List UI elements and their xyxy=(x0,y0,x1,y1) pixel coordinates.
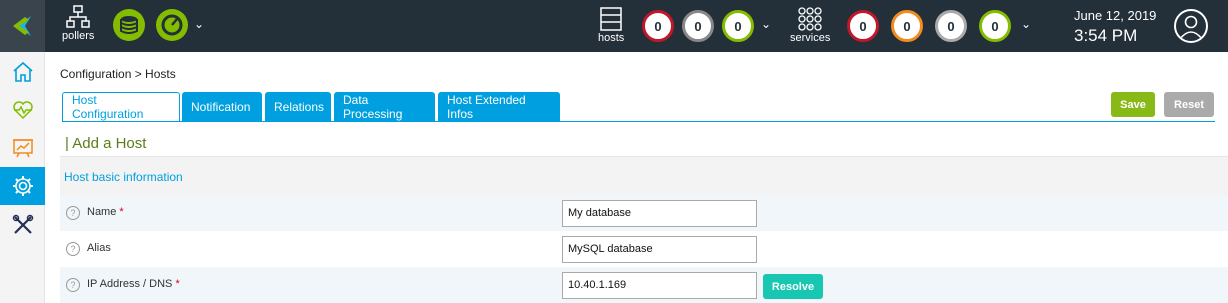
section-header: Host basic information xyxy=(60,156,1228,195)
host-unreachable-counter[interactable]: 0 xyxy=(682,10,714,42)
form-row-alias: ? Alias MySQL database xyxy=(60,231,1228,267)
address-label: IP Address / DNS * xyxy=(87,278,180,290)
tab-underline xyxy=(62,121,1215,122)
help-icon[interactable]: ? xyxy=(66,206,80,220)
chevron-down-icon[interactable]: ⌄ xyxy=(761,17,771,31)
logo[interactable] xyxy=(0,0,45,52)
chevron-down-icon[interactable]: ⌄ xyxy=(1021,17,1031,31)
pollers-button[interactable]: pollers xyxy=(62,4,94,42)
top-bar: pollers ⌄ hosts 0 0 0 ⌄ services 0 0 0 0… xyxy=(0,0,1228,52)
time-text: 3:54 PM xyxy=(1074,26,1138,45)
name-field[interactable]: My database xyxy=(562,200,757,227)
chart-board-icon xyxy=(12,139,33,158)
tab-host-configuration[interactable]: Host Configuration xyxy=(62,92,180,122)
tab-data-processing[interactable]: Data Processing xyxy=(334,92,435,122)
database-status-icon[interactable] xyxy=(113,9,145,41)
heartbeat-icon xyxy=(12,101,33,120)
sidebar-item-configuration[interactable] xyxy=(0,167,45,205)
services-button[interactable]: services xyxy=(790,6,830,44)
counter-value: 0 xyxy=(694,18,702,34)
centreon-logo-icon xyxy=(13,16,31,36)
help-icon[interactable]: ? xyxy=(66,242,80,256)
datetime: June 12, 2019 3:54 PM xyxy=(1074,8,1156,46)
counter-value: 0 xyxy=(947,18,955,34)
counter-value: 0 xyxy=(654,18,662,34)
date-text: June 12, 2019 xyxy=(1074,8,1157,23)
save-button[interactable]: Save xyxy=(1111,92,1155,117)
tab-host-extended-infos[interactable]: Host Extended Infos xyxy=(438,92,560,122)
sidebar-item-administration[interactable] xyxy=(0,206,45,244)
form-row-address: ? IP Address / DNS * 10.40.1.169 Resolve xyxy=(60,267,1228,303)
page-title: | Add a Host xyxy=(65,135,147,152)
name-label: Name * xyxy=(87,206,124,218)
host-down-counter[interactable]: 0 xyxy=(642,10,674,42)
user-avatar[interactable] xyxy=(1174,9,1208,43)
database-icon xyxy=(120,16,138,34)
reset-button[interactable]: Reset xyxy=(1164,92,1214,117)
hosts-label: hosts xyxy=(598,32,625,44)
pollers-label: pollers xyxy=(62,30,95,42)
services-icon xyxy=(798,7,822,31)
pollers-icon xyxy=(66,5,90,28)
service-warning-counter[interactable]: 0 xyxy=(891,10,923,42)
service-ok-counter[interactable]: 0 xyxy=(979,10,1011,42)
service-unknown-counter[interactable]: 0 xyxy=(935,10,967,42)
home-icon xyxy=(12,61,33,82)
tab-relations[interactable]: Relations xyxy=(265,92,331,122)
gauge-icon xyxy=(161,14,183,36)
section-header-label: Host basic information xyxy=(64,170,183,184)
counter-value: 0 xyxy=(734,18,742,34)
counter-value: 0 xyxy=(903,18,911,34)
address-field[interactable]: 10.40.1.169 xyxy=(562,272,757,299)
field-label-text: Alias xyxy=(87,242,111,254)
sidebar xyxy=(0,52,45,303)
tab-notification[interactable]: Notification xyxy=(182,92,262,122)
field-label-text: IP Address / DNS xyxy=(87,278,173,290)
service-critical-counter[interactable]: 0 xyxy=(847,10,879,42)
user-icon xyxy=(1179,15,1203,40)
sidebar-item-home[interactable] xyxy=(0,53,45,91)
main-content: Configuration > Hosts Host Configuration… xyxy=(45,52,1228,303)
help-icon[interactable]: ? xyxy=(66,278,80,292)
form-row-name: ? Name * My database xyxy=(60,195,1228,231)
counter-value: 0 xyxy=(991,18,999,34)
required-marker: * xyxy=(119,206,124,218)
gear-icon xyxy=(12,176,33,196)
sidebar-item-monitoring[interactable] xyxy=(0,91,45,129)
latency-status-icon[interactable] xyxy=(156,9,188,41)
sidebar-item-reporting[interactable] xyxy=(0,129,45,167)
chevron-down-icon[interactable]: ⌄ xyxy=(194,17,204,31)
counter-value: 0 xyxy=(859,18,867,34)
tools-icon xyxy=(12,214,33,234)
hosts-button[interactable]: hosts xyxy=(598,6,624,44)
alias-field[interactable]: MySQL database xyxy=(562,236,757,263)
breadcrumb[interactable]: Configuration > Hosts xyxy=(60,67,176,81)
field-label-text: Name xyxy=(87,206,117,218)
server-icon xyxy=(600,7,622,31)
required-marker: * xyxy=(175,278,180,290)
host-up-counter[interactable]: 0 xyxy=(722,10,754,42)
services-label: services xyxy=(790,32,831,44)
resolve-button[interactable]: Resolve xyxy=(763,274,823,299)
alias-label: Alias xyxy=(87,242,111,254)
